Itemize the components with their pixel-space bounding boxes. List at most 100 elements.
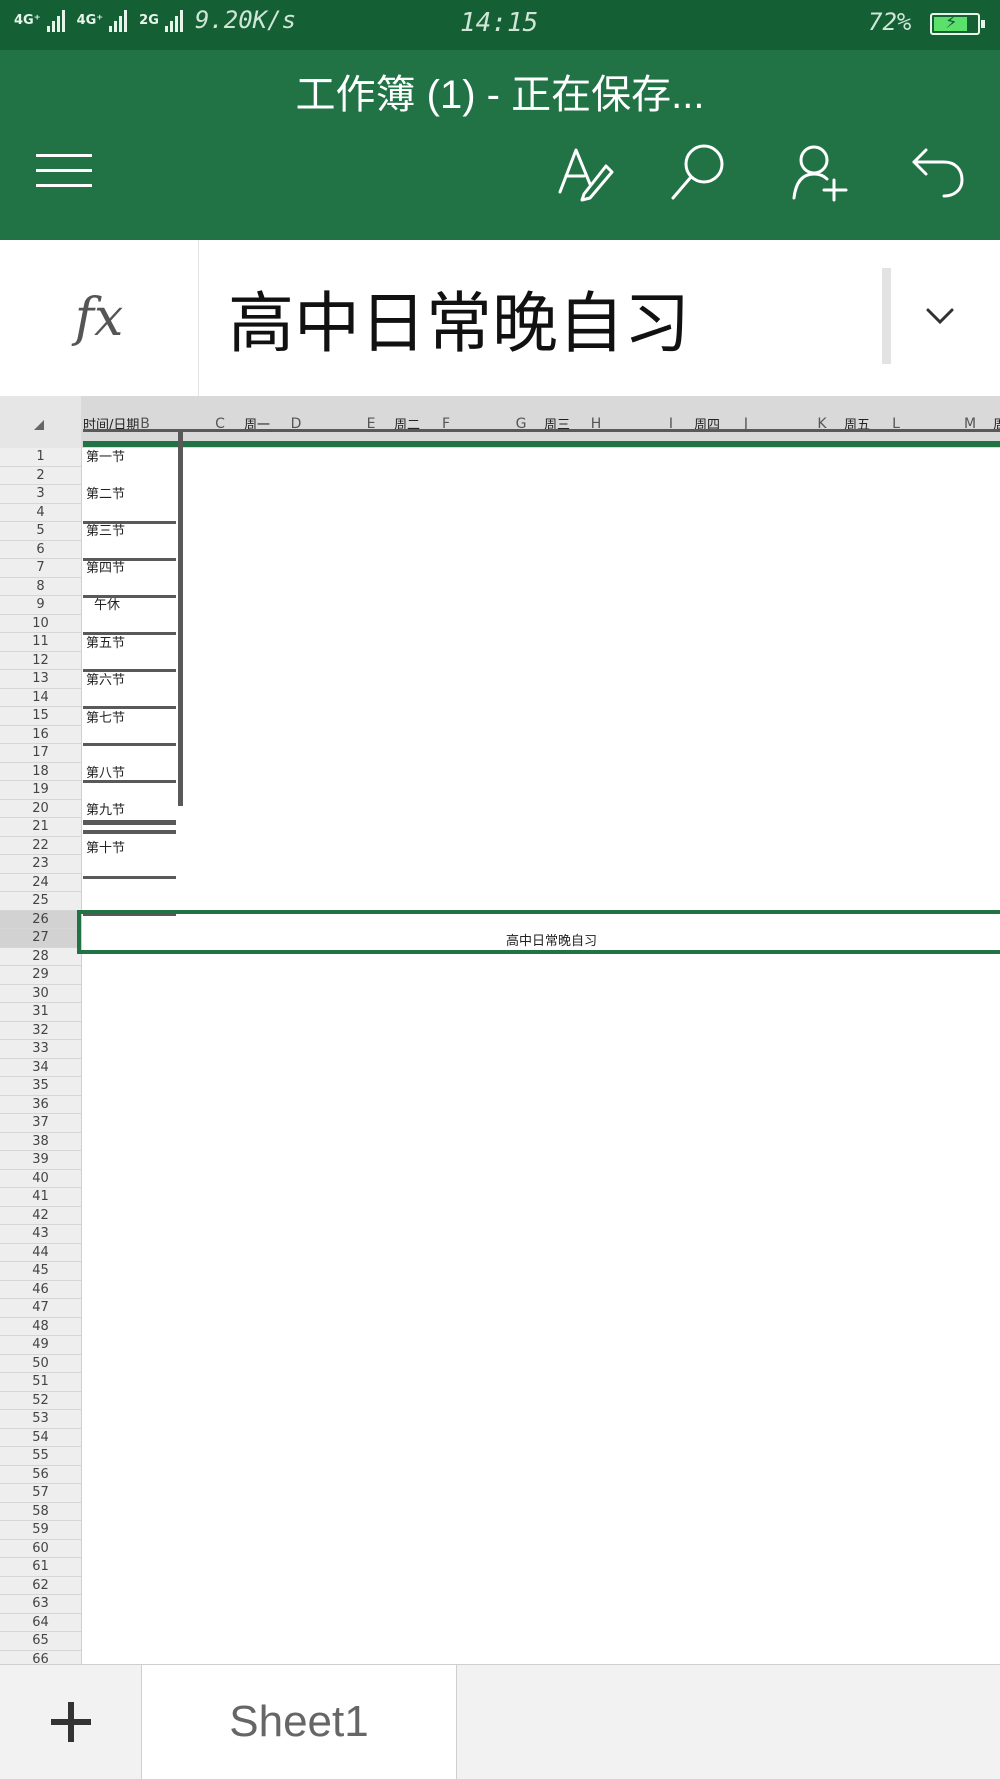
row-header[interactable]: 31 bbox=[0, 1003, 81, 1022]
row-header[interactable]: 3 bbox=[0, 485, 81, 504]
row-header[interactable]: 35 bbox=[0, 1077, 81, 1096]
function-fx-button[interactable]: fx bbox=[0, 240, 199, 396]
row-header[interactable]: 19 bbox=[0, 781, 81, 800]
row-header[interactable]: 64 bbox=[0, 1614, 81, 1632]
row-header[interactable]: 65 bbox=[0, 1632, 81, 1651]
row-header[interactable]: 50 bbox=[0, 1355, 81, 1373]
row-header[interactable]: 30 bbox=[0, 985, 81, 1003]
row-header[interactable]: 33 bbox=[0, 1040, 81, 1059]
row-header[interactable]: 28 bbox=[0, 948, 81, 966]
search-icon[interactable] bbox=[668, 142, 728, 202]
row-header[interactable]: 9 bbox=[0, 596, 81, 615]
row-header[interactable]: 48 bbox=[0, 1318, 81, 1336]
signal-bars-icon bbox=[164, 8, 183, 32]
row-header[interactable]: 39 bbox=[0, 1151, 81, 1170]
hamburger-menu-icon[interactable] bbox=[36, 154, 92, 188]
row-header[interactable]: 16 bbox=[0, 726, 81, 744]
period-cell[interactable]: 第一节 bbox=[86, 446, 125, 465]
row-header[interactable]: 22 bbox=[0, 837, 81, 855]
row-header[interactable]: 26 bbox=[0, 910, 81, 929]
undo-icon[interactable] bbox=[908, 142, 968, 202]
row-header[interactable]: 59 bbox=[0, 1521, 81, 1540]
header-bottom-border bbox=[83, 429, 1000, 432]
row-header[interactable]: 32 bbox=[0, 1022, 81, 1040]
spreadsheet-grid[interactable]: BCDEFGHIJKLM 1 2 3 4 5 6 7 8 9 10 11 12 13 14 15 16 17 18… bbox=[0, 396, 1000, 1664]
row-header[interactable]: 1 bbox=[0, 448, 81, 467]
row-header[interactable]: 24 bbox=[0, 874, 81, 892]
sheet-tab-sheet1[interactable]: Sheet1 bbox=[142, 1665, 457, 1779]
row-header[interactable]: 14 bbox=[0, 689, 81, 707]
time-column-border bbox=[178, 431, 183, 806]
row-header[interactable]: 34 bbox=[0, 1059, 81, 1077]
row-header[interactable]: 18 bbox=[0, 763, 81, 781]
row-header[interactable]: 11 bbox=[0, 633, 81, 652]
row-header[interactable]: 8 bbox=[0, 578, 81, 596]
row-header[interactable]: 42 bbox=[0, 1207, 81, 1225]
row-header[interactable]: 17 bbox=[0, 744, 81, 763]
row-header[interactable]: 6 bbox=[0, 541, 81, 559]
row-header[interactable]: 61 bbox=[0, 1558, 81, 1577]
select-all-corner[interactable] bbox=[0, 396, 81, 448]
row-header[interactable]: 4 bbox=[0, 504, 81, 522]
period-cell[interactable]: 第八节 bbox=[86, 762, 125, 781]
edit-pen-icon[interactable] bbox=[554, 142, 614, 202]
row-header[interactable]: 58 bbox=[0, 1503, 81, 1521]
cell-border bbox=[83, 706, 176, 709]
row-header[interactable]: 37 bbox=[0, 1114, 81, 1133]
cell-border bbox=[83, 820, 176, 825]
row-header[interactable]: 45 bbox=[0, 1262, 81, 1281]
app-bar: 工作簿 (1) - 正在保存... bbox=[0, 50, 1000, 240]
share-person-add-icon[interactable] bbox=[790, 142, 850, 202]
chevron-down-icon[interactable] bbox=[920, 290, 960, 340]
row-header[interactable]: 55 bbox=[0, 1447, 81, 1466]
row-header[interactable]: 49 bbox=[0, 1336, 81, 1355]
row-header[interactable]: 54 bbox=[0, 1429, 81, 1447]
row-header[interactable]: 5 bbox=[0, 522, 81, 541]
row-header[interactable]: 15 bbox=[0, 707, 81, 726]
row-header[interactable]: 43 bbox=[0, 1225, 81, 1244]
row-header[interactable]: 36 bbox=[0, 1096, 81, 1114]
signal-bars-icon bbox=[46, 8, 65, 32]
period-cell[interactable]: 第十节 bbox=[86, 837, 125, 856]
row-header[interactable]: 44 bbox=[0, 1244, 81, 1262]
row-header[interactable]: 23 bbox=[0, 855, 81, 874]
formula-input[interactable]: 高中日常晚自习 bbox=[228, 270, 690, 366]
signal-bars-icon bbox=[109, 8, 128, 32]
network-indicators: 4G⁺ 4G⁺ 2G 9.20K/s bbox=[14, 6, 296, 34]
row-header[interactable]: 53 bbox=[0, 1410, 81, 1429]
row-header[interactable]: 20 bbox=[0, 800, 81, 818]
row-header[interactable]: 56 bbox=[0, 1466, 81, 1484]
row-header[interactable]: 38 bbox=[0, 1133, 81, 1151]
row-header[interactable]: 10 bbox=[0, 615, 81, 633]
row-header[interactable]: 51 bbox=[0, 1373, 81, 1392]
header-top-border bbox=[83, 441, 1000, 447]
row-header[interactable]: 2 bbox=[0, 467, 81, 485]
row-header[interactable]: 63 bbox=[0, 1595, 81, 1614]
row-header[interactable]: 62 bbox=[0, 1577, 81, 1595]
period-cell[interactable]: 第二节 bbox=[86, 483, 125, 502]
network-type-2: 4G⁺ bbox=[76, 12, 104, 28]
row-header[interactable]: 40 bbox=[0, 1170, 81, 1188]
row-header[interactable]: 25 bbox=[0, 892, 81, 911]
row-header[interactable]: 52 bbox=[0, 1392, 81, 1410]
row-header[interactable]: 66 bbox=[0, 1651, 81, 1665]
row-header[interactable]: 12 bbox=[0, 652, 81, 670]
row-header[interactable]: 7 bbox=[0, 559, 81, 578]
row-header[interactable]: 47 bbox=[0, 1299, 81, 1318]
cell-border bbox=[83, 595, 176, 598]
row-header[interactable]: 21 bbox=[0, 818, 81, 837]
add-sheet-button[interactable] bbox=[0, 1665, 142, 1779]
row-header[interactable]: 27 bbox=[0, 929, 81, 948]
row-header[interactable]: 57 bbox=[0, 1484, 81, 1503]
cell-border bbox=[83, 876, 176, 879]
row-header[interactable]: 29 bbox=[0, 966, 81, 985]
row-header[interactable]: 46 bbox=[0, 1281, 81, 1299]
period-cell[interactable]: 第九节 bbox=[86, 799, 125, 818]
cell-border bbox=[83, 743, 176, 746]
period-cell[interactable]: 第七节 bbox=[86, 707, 125, 726]
merged-title-cell[interactable]: 高中日常晚自习 bbox=[506, 930, 597, 949]
row-header[interactable]: 60 bbox=[0, 1540, 81, 1558]
row-header[interactable]: 41 bbox=[0, 1188, 81, 1207]
row-header[interactable]: 13 bbox=[0, 670, 81, 689]
document-title: 工作簿 (1) - 正在保存... bbox=[295, 73, 705, 117]
